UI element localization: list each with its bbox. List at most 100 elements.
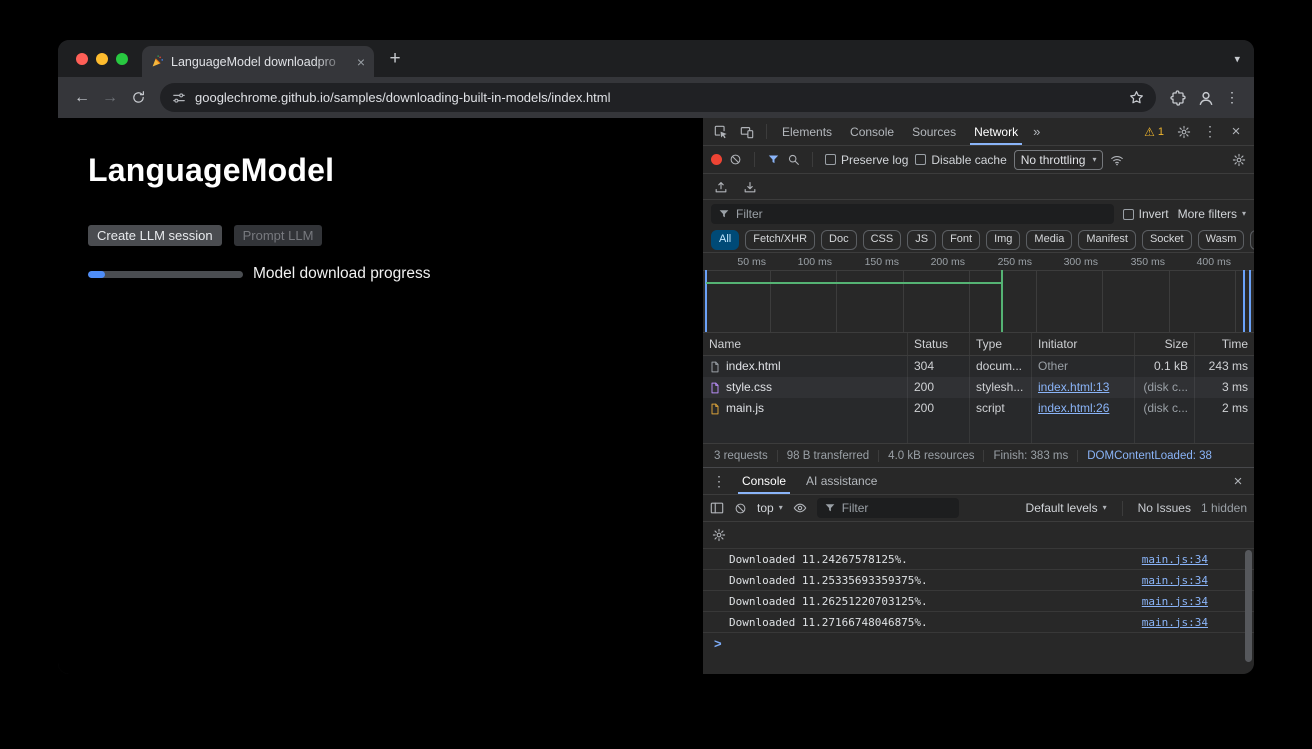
domcontentloaded-marker bbox=[1243, 270, 1245, 332]
search-icon[interactable] bbox=[787, 153, 800, 166]
network-overview-timeline[interactable]: 50 ms 100 ms 150 ms 200 ms 250 ms 300 ms… bbox=[703, 253, 1254, 333]
funnel-icon bbox=[718, 208, 730, 220]
column-status[interactable]: Status bbox=[908, 333, 970, 355]
model-download-progress-bar bbox=[88, 271, 243, 278]
console-sidebar-icon[interactable] bbox=[710, 501, 724, 515]
drawer-close-icon[interactable] bbox=[1226, 474, 1250, 489]
network-filter-box[interactable] bbox=[711, 204, 1114, 224]
console-filter-input[interactable] bbox=[842, 501, 952, 515]
drawer-tab-console[interactable]: Console bbox=[733, 468, 795, 494]
funnel-icon bbox=[824, 502, 836, 514]
prompt-llm-button[interactable]: Prompt LLM bbox=[234, 225, 323, 246]
import-har-icon[interactable] bbox=[714, 180, 728, 194]
clear-console-icon[interactable] bbox=[734, 502, 747, 515]
chip-font[interactable]: Font bbox=[942, 230, 980, 249]
initiator-link[interactable]: index.html:13 bbox=[1038, 377, 1109, 398]
console-settings-gear-icon[interactable] bbox=[712, 528, 726, 542]
devtools-settings-gear-icon[interactable] bbox=[1172, 120, 1196, 144]
chip-fetch-xhr[interactable]: Fetch/XHR bbox=[745, 230, 815, 249]
chip-doc[interactable]: Doc bbox=[821, 230, 857, 249]
chip-manifest[interactable]: Manifest bbox=[1078, 230, 1136, 249]
context-selector[interactable]: top bbox=[757, 501, 783, 515]
bookmark-star-icon[interactable] bbox=[1129, 90, 1144, 105]
devtools-menu-icon[interactable] bbox=[1198, 123, 1222, 140]
tab-network[interactable]: Network bbox=[966, 118, 1026, 145]
initiator-link[interactable]: index.html:26 bbox=[1038, 398, 1109, 419]
more-filters-button[interactable]: More filters bbox=[1178, 207, 1246, 221]
table-row[interactable]: main.js 200 script index.html:26 (disk c… bbox=[703, 398, 1254, 419]
browser-menu-icon[interactable] bbox=[1220, 89, 1244, 106]
disable-cache-checkbox[interactable]: Disable cache bbox=[915, 153, 1006, 167]
chevron-down-icon bbox=[1242, 210, 1246, 218]
device-toolbar-icon[interactable] bbox=[735, 120, 759, 144]
url-text[interactable]: googlechrome.github.io/samples/downloadi… bbox=[195, 90, 611, 105]
export-har-icon[interactable] bbox=[743, 180, 757, 194]
resources: 4.0 kB resources bbox=[879, 450, 984, 462]
source-link[interactable]: main.js:34 bbox=[1142, 616, 1208, 629]
source-link[interactable]: main.js:34 bbox=[1142, 595, 1208, 608]
console-filter-box[interactable] bbox=[817, 498, 959, 518]
tab-search-chevron-icon[interactable] bbox=[1234, 52, 1240, 65]
network-settings-gear-icon[interactable] bbox=[1232, 153, 1246, 167]
tab-close-icon[interactable] bbox=[357, 55, 365, 69]
reload-button[interactable] bbox=[124, 84, 152, 112]
throttling-select[interactable]: No throttling bbox=[1014, 150, 1104, 170]
hidden-messages-count[interactable]: 1 hidden bbox=[1201, 501, 1247, 515]
inspect-element-icon[interactable] bbox=[709, 120, 733, 144]
column-initiator[interactable]: Initiator bbox=[1032, 333, 1135, 355]
chip-img[interactable]: Img bbox=[986, 230, 1020, 249]
create-llm-session-button[interactable]: Create LLM session bbox=[88, 225, 222, 246]
chip-all[interactable]: All bbox=[711, 230, 739, 249]
tab-sources[interactable]: Sources bbox=[904, 118, 964, 145]
chip-media[interactable]: Media bbox=[1026, 230, 1072, 249]
live-expression-eye-icon[interactable] bbox=[793, 501, 807, 515]
tab-console[interactable]: Console bbox=[842, 118, 902, 145]
record-network-log-icon[interactable] bbox=[711, 154, 722, 165]
forward-button[interactable] bbox=[96, 84, 124, 112]
chip-socket[interactable]: Socket bbox=[1142, 230, 1192, 249]
new-tab-button[interactable] bbox=[382, 46, 408, 72]
clear-network-log-icon[interactable] bbox=[729, 153, 742, 166]
column-time[interactable]: Time bbox=[1195, 333, 1254, 355]
preserve-log-checkbox[interactable]: Preserve log bbox=[825, 153, 908, 167]
profile-avatar[interactable] bbox=[1192, 84, 1220, 112]
chip-js[interactable]: JS bbox=[907, 230, 936, 249]
table-row[interactable]: index.html 304 docum... Other 0.1 kB 243… bbox=[703, 356, 1254, 377]
maximize-window-button[interactable] bbox=[116, 53, 128, 65]
table-empty-area bbox=[703, 419, 1254, 443]
url-bar[interactable]: googlechrome.github.io/samples/downloadi… bbox=[160, 83, 1156, 112]
site-settings-icon[interactable] bbox=[172, 91, 186, 105]
invert-checkbox[interactable]: Invert bbox=[1123, 207, 1169, 221]
console-scrollbar[interactable] bbox=[1245, 550, 1252, 662]
network-conditions-icon[interactable] bbox=[1110, 153, 1124, 167]
source-link[interactable]: main.js:34 bbox=[1142, 553, 1208, 566]
column-name[interactable]: Name bbox=[703, 333, 908, 355]
console-message: Downloaded 11.24267578125%. main.js:34 bbox=[703, 548, 1254, 569]
minimize-window-button[interactable] bbox=[96, 53, 108, 65]
log-levels-select[interactable]: Default levels bbox=[1026, 501, 1107, 515]
back-button[interactable] bbox=[68, 84, 96, 112]
console-prompt[interactable] bbox=[703, 632, 1254, 654]
browser-tab[interactable]: LanguageModel downloadpro bbox=[142, 46, 374, 77]
chip-css[interactable]: CSS bbox=[863, 230, 902, 249]
issues-counter[interactable]: No Issues bbox=[1138, 501, 1191, 515]
chip-other[interactable]: Other bbox=[1250, 230, 1254, 249]
source-link[interactable]: main.js:34 bbox=[1142, 574, 1208, 587]
extensions-icon[interactable] bbox=[1164, 84, 1192, 112]
tab-elements[interactable]: Elements bbox=[774, 118, 840, 145]
column-type[interactable]: Type bbox=[970, 333, 1032, 355]
devtools-tab-bar: Elements Console Sources Network 1 bbox=[703, 118, 1254, 146]
devtools-close-icon[interactable] bbox=[1224, 124, 1248, 139]
network-filter-input[interactable] bbox=[736, 207, 1107, 221]
more-tabs-icon[interactable] bbox=[1028, 124, 1045, 139]
console-toolbar: top Default levels No Issues 1 hidden bbox=[703, 495, 1254, 522]
filter-toggle-icon[interactable] bbox=[767, 153, 780, 166]
drawer-menu-icon[interactable] bbox=[707, 473, 731, 490]
finish-time: Finish: 383 ms bbox=[984, 450, 1078, 462]
warning-badge[interactable]: 1 bbox=[1138, 126, 1170, 138]
table-row[interactable]: style.css 200 stylesh... index.html:13 (… bbox=[703, 377, 1254, 398]
column-size[interactable]: Size bbox=[1135, 333, 1195, 355]
chip-wasm[interactable]: Wasm bbox=[1198, 230, 1245, 249]
close-window-button[interactable] bbox=[76, 53, 88, 65]
drawer-tab-ai-assistance[interactable]: AI assistance bbox=[797, 468, 886, 494]
